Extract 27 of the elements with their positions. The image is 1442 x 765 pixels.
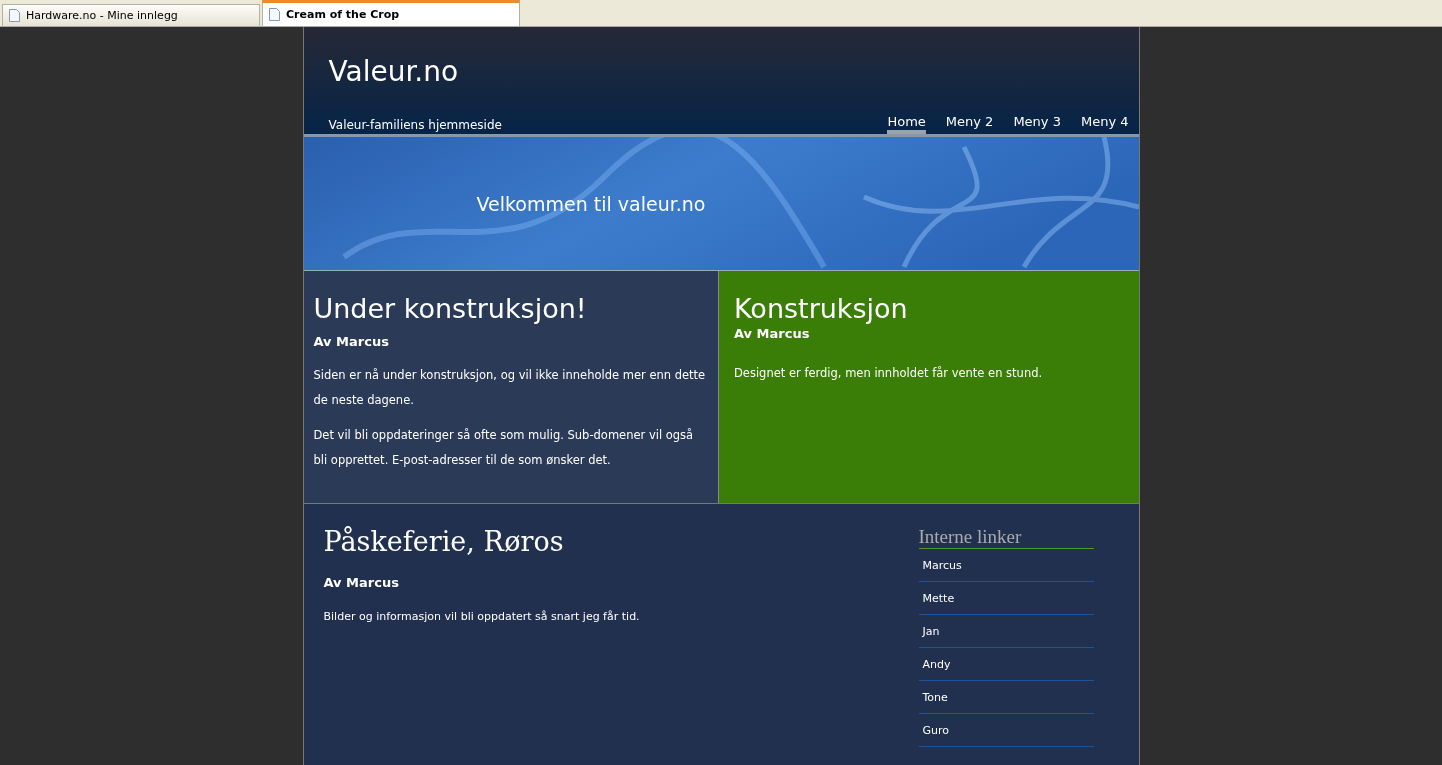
post-text: Bilder og informasjon vil bli oppdatert så snart jeg får tid. bbox=[323, 610, 640, 623]
nav-link[interactable]: Meny 3 bbox=[1013, 114, 1061, 134]
site-title: Valeur.no bbox=[328, 55, 460, 88]
browser-tab[interactable]: Hardware.no - Mine innlegg bbox=[2, 4, 260, 26]
post-title: Påskeferie, Røros bbox=[323, 526, 565, 557]
page-icon bbox=[9, 9, 20, 22]
sidebar-link[interactable]: Marcus bbox=[918, 549, 1094, 582]
page-icon bbox=[269, 8, 280, 21]
article-author: Av Marcus bbox=[734, 326, 811, 341]
article-paragraph: Siden er nå under konstruksjon, og vil ikke inneholde mer enn dette de neste dagene. bbox=[313, 367, 707, 409]
sidebar-link[interactable]: Mette bbox=[918, 582, 1094, 615]
browser-tab[interactable]: Cream of the Crop bbox=[262, 0, 520, 26]
sidebar-link[interactable]: Andy bbox=[918, 648, 1094, 681]
post-author: Av Marcus bbox=[323, 575, 400, 590]
sidebar-link[interactable]: Tone bbox=[918, 681, 1094, 714]
sidebar-link[interactable]: Jan bbox=[918, 615, 1094, 648]
article-paragraph: Det vil bli oppdateringer så ofte som mulig. Sub-domener vil også bli opprettet. E-post-adresser til de som ønsker det. bbox=[313, 427, 695, 469]
nav-link[interactable]: Meny 2 bbox=[945, 114, 994, 134]
article-title: Konstruksjon bbox=[734, 293, 909, 324]
nav-link[interactable]: Meny 4 bbox=[1080, 114, 1129, 134]
article-author: Av Marcus bbox=[313, 334, 390, 349]
article-title: Under konstruksjon! bbox=[313, 293, 588, 324]
article-paragraph: Designet er ferdig, men innholdet får vente en stund. bbox=[734, 365, 1044, 382]
sidebar-title: Interne linker bbox=[918, 526, 1094, 549]
banner-heading: Velkommen til valeur.no bbox=[476, 193, 706, 215]
sidebar-link[interactable]: Guro bbox=[918, 714, 1094, 747]
tagline: Valeur-familiens hjemmeside bbox=[328, 118, 502, 134]
